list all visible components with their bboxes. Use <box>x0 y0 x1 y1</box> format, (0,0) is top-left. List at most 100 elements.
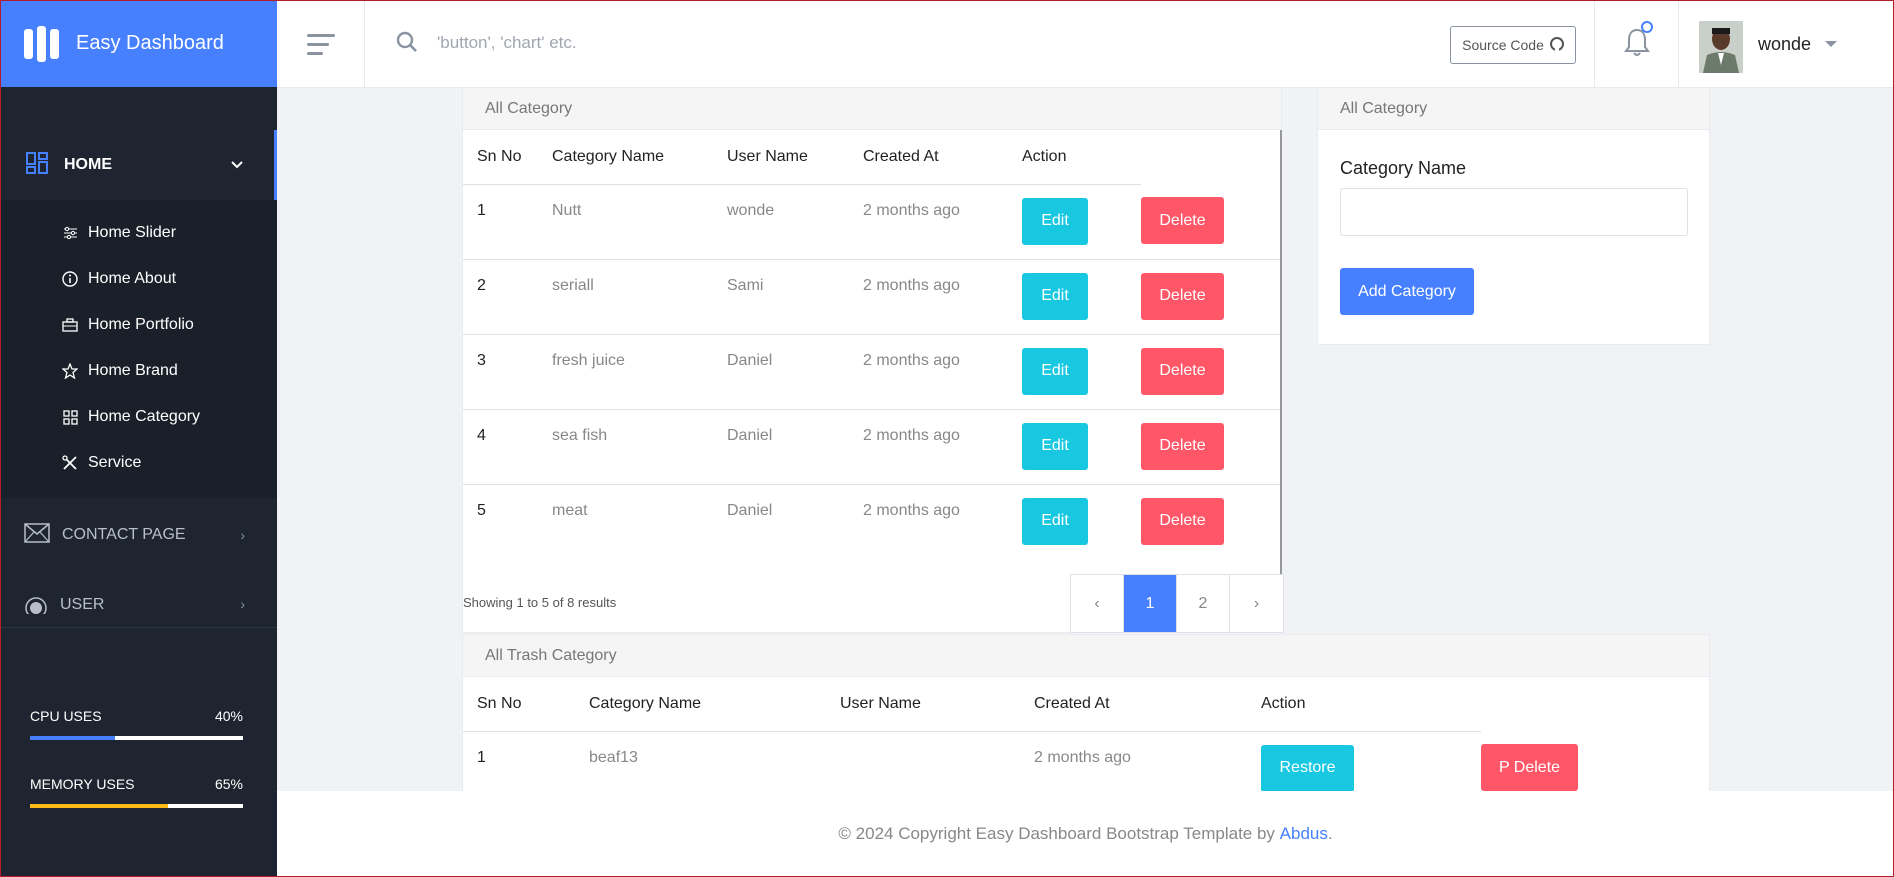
cell-user-name: Sami <box>727 259 863 335</box>
col-header-blank <box>1481 677 1709 731</box>
table-row: 1 beaf13 2 months ago Restore P Delete <box>463 731 1709 791</box>
cell-user-name: Daniel <box>727 409 863 485</box>
brand[interactable]: Easy Dashboard <box>0 0 277 87</box>
memory-usage-value: 65% <box>214 776 243 792</box>
table-row: 5 meat Daniel 2 months ago Edit Delete <box>463 484 1280 559</box>
category-name-label: Category Name <box>1340 158 1467 178</box>
cell-created-at: 2 months ago <box>863 409 1022 485</box>
delete-button[interactable]: Delete <box>1141 347 1224 395</box>
sidebar-item-service[interactable]: Service <box>0 440 277 486</box>
delete-button[interactable]: Delete <box>1141 272 1224 320</box>
sidebar: Easy Dashboard HOME Home Slider Home Abo… <box>0 0 277 877</box>
footer: © 2024 Copyright Easy Dashboard Bootstra… <box>277 791 1894 877</box>
edit-button[interactable]: Edit <box>1022 347 1088 395</box>
table-row: 4 sea fish Daniel 2 months ago Edit Dele… <box>463 409 1280 485</box>
sidebar-item-home-about[interactable]: Home About <box>0 256 277 302</box>
cell-edit: Edit <box>1022 484 1141 559</box>
edit-button[interactable]: Edit <box>1022 197 1088 245</box>
pagination-page-2[interactable]: 2 <box>1177 575 1230 632</box>
chevron-right-icon: › <box>240 596 245 612</box>
sidebar-item-user[interactable]: USER › <box>0 590 277 614</box>
cell-user-name <box>840 731 1034 791</box>
info-icon <box>62 271 78 287</box>
cell-user-name: wonde <box>727 184 863 260</box>
pagination-page-1[interactable]: 1 <box>1124 575 1177 632</box>
footer-author-link[interactable]: Abdus <box>1280 824 1328 844</box>
sidebar-item-label: Home Category <box>88 408 201 425</box>
chevron-down-icon <box>230 157 244 173</box>
cell-delete: Delete <box>1141 334 1280 410</box>
user-name[interactable]: wonde <box>1758 34 1811 55</box>
sidebar-item-label: CONTACT PAGE <box>62 526 186 543</box>
delete-button[interactable]: Delete <box>1141 497 1224 545</box>
sidebar-item-label: HOME <box>64 156 112 173</box>
cell-edit: Edit <box>1022 409 1141 485</box>
notifications-button[interactable] <box>1594 0 1679 88</box>
pagination-prev[interactable]: ‹ <box>1071 575 1124 632</box>
edit-button[interactable]: Edit <box>1022 272 1088 320</box>
brand-title: Easy Dashboard <box>76 32 224 54</box>
brand-logo-icon <box>24 25 60 63</box>
add-category-card-title: All Category <box>1318 88 1709 130</box>
sidebar-item-label: Home Brand <box>88 362 178 379</box>
col-header-user-name: User Name <box>840 677 1034 732</box>
cell-edit: Edit <box>1022 184 1141 260</box>
sidebar-item-home-brand[interactable]: Home Brand <box>0 348 277 394</box>
notification-badge <box>1641 21 1653 33</box>
cell-sn: 5 <box>477 501 486 519</box>
cell-created-at: 2 months ago <box>863 501 960 519</box>
category-table-scroll[interactable]: Sn No Category Name User Name Created At… <box>463 130 1282 600</box>
memory-usage: MEMORY USES 65% <box>30 776 243 808</box>
sidebar-item-home-portfolio[interactable]: Home Portfolio <box>0 302 277 348</box>
github-icon <box>1549 36 1564 54</box>
category-name-input[interactable] <box>1340 188 1688 236</box>
tools-icon <box>62 455 78 471</box>
edit-button[interactable]: Edit <box>1022 497 1088 545</box>
edit-button[interactable]: Edit <box>1022 422 1088 470</box>
col-header-user-name: User Name <box>727 130 863 185</box>
pagination-next[interactable]: › <box>1230 575 1283 632</box>
cpu-usage: CPU USES 40% <box>30 708 243 740</box>
avatar[interactable] <box>1699 21 1743 73</box>
col-header-category-name: Category Name <box>589 677 840 732</box>
cell-category-name: sea fish <box>552 409 727 485</box>
cell-created-at: 2 months ago <box>863 259 1022 335</box>
envelope-icon <box>24 522 50 548</box>
sidebar-item-home-slider[interactable]: Home Slider <box>0 210 277 256</box>
add-category-button[interactable]: Add Category <box>1340 268 1474 315</box>
cell-edit: Edit <box>1022 259 1141 335</box>
memory-usage-bar <box>30 804 243 808</box>
category-table-card: All Category Sn No Category Name User Na… <box>462 88 1284 633</box>
pagination: ‹ 1 2 › <box>1070 574 1284 633</box>
permanent-delete-button[interactable]: P Delete <box>1481 744 1578 791</box>
source-code-button[interactable]: Source Code <box>1450 26 1576 64</box>
sidebar-item-label: Home About <box>88 270 177 287</box>
cell-category-name: meat <box>552 501 588 519</box>
cell-created-at: 2 months ago <box>863 334 1022 410</box>
cell-delete: Delete <box>1141 259 1280 335</box>
caret-down-icon[interactable] <box>1825 41 1837 47</box>
cell-created-at: 2 months ago <box>863 184 1022 260</box>
search-input[interactable] <box>437 26 937 60</box>
sidebar-item-label: Home Slider <box>88 224 177 241</box>
sidebar-item-home-category[interactable]: Home Category <box>0 394 277 440</box>
dashboard-icon <box>26 151 48 179</box>
trash-table: Sn No Category Name User Name Created At… <box>463 677 1709 791</box>
category-card-title: All Category <box>463 88 1281 130</box>
cell-sn: 1 <box>463 184 552 260</box>
cell-category-name: beaf13 <box>589 731 840 791</box>
delete-button[interactable]: Delete <box>1141 197 1224 244</box>
sidebar-item-home[interactable]: HOME <box>0 130 277 200</box>
source-code-label: Source Code <box>1462 37 1544 53</box>
trash-card-title: All Trash Category <box>463 635 1709 677</box>
delete-button[interactable]: Delete <box>1141 422 1224 470</box>
search-icon[interactable] <box>395 30 419 59</box>
sidebar-item-label: USER <box>60 596 105 613</box>
add-category-card: All Category Category Name Add Category <box>1317 88 1710 345</box>
chevron-right-icon: › <box>240 527 245 543</box>
restore-button[interactable]: Restore <box>1261 744 1354 791</box>
menu-toggle-icon[interactable] <box>277 0 365 88</box>
table-row: 1 Nutt wonde 2 months ago Edit Delete <box>463 184 1280 260</box>
sidebar-item-contact[interactable]: CONTACT PAGE › <box>0 511 277 559</box>
col-header-sn: Sn No <box>463 677 589 732</box>
